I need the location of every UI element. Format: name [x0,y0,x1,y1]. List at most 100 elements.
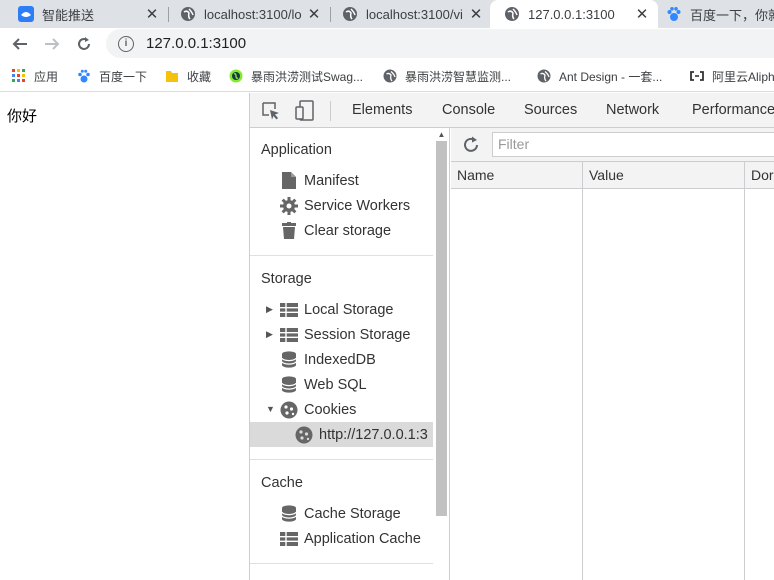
tab-close-icon[interactable]: ✕ [304,5,324,23]
swagger-icon [229,69,243,83]
cookie-icon [280,401,298,419]
bookmark-item[interactable]: 收藏 [165,68,211,84]
folder-icon [165,69,179,83]
device-toolbar-icon[interactable] [295,100,315,121]
back-button[interactable] [8,32,32,56]
globe-icon [383,69,397,83]
sidebar-item-label: Session Storage [304,326,411,343]
tab-elements[interactable]: Elements [352,102,412,118]
browser-tab[interactable]: 智能推送 ✕ [0,0,168,28]
toolbar-divider [330,101,331,121]
sidebar-item-session-storage[interactable]: ▶ Session Storage [250,322,433,347]
browser-tab[interactable]: localhost:3100/vi ✕ [324,0,492,28]
table-icon [280,326,298,344]
tab-close-icon[interactable]: ✕ [142,5,162,23]
arrow-left-icon [12,38,27,50]
bookmark-item[interactable]: 阿里云Aliph [690,68,774,84]
address-bar[interactable]: i 127.0.0.1:3100 [106,29,774,58]
page-text: 你好 [7,108,38,125]
tab-console[interactable]: Console [442,102,495,118]
bookmarks-bar: 应用 百度一下 收藏 暴雨洪涝测试Swag... 暴雨洪涝智慧监测... Ant… [0,60,774,92]
bookmark-item[interactable]: 暴雨洪涝测试Swag... [229,68,363,84]
bookmark-item[interactable]: Ant Design - 一套... [537,68,662,84]
sidebar-item-label: Manifest [304,172,359,189]
column-header-value[interactable]: Value [589,167,624,183]
refresh-icon[interactable] [461,135,481,155]
sidebar-item-cookies[interactable]: ▼ Cookies [250,397,433,422]
bookmark-item[interactable]: 百度一下 [77,68,147,84]
section-title-application: Application [261,142,332,158]
tab-close-icon[interactable]: ✕ [632,5,652,23]
database-icon [280,376,298,394]
sidebar-item-label: http://127.0.0.1:3 [319,426,428,443]
sidebar-item-application-cache[interactable]: Application Cache [250,526,433,551]
browser-tab-active[interactable]: 127.0.0.1:3100 ✕ [490,0,658,28]
sidebar-item-indexeddb[interactable]: IndexedDB [250,347,433,372]
devtools-panel: Elements Console Sources Network Perform… [249,93,774,580]
bookmark-item[interactable]: 暴雨洪涝智慧监测... [383,68,511,84]
sidebar-item-label: Application Cache [304,530,421,547]
file-icon [280,172,298,190]
section-divider [250,563,433,564]
column-header-domain[interactable]: Dor [751,167,774,183]
tab-title: localhost:3100/vi [366,6,463,22]
globe-icon [537,69,551,83]
globe-icon [180,6,196,22]
tab-network[interactable]: Network [606,102,659,118]
sidebar-item-cache-storage[interactable]: Cache Storage [250,501,433,526]
globe-icon [504,6,520,22]
filter-input[interactable]: Filter [492,132,774,157]
table-icon [280,530,298,548]
reload-icon [78,37,90,50]
browser-tab-strip: 智能推送 ✕ localhost:3100/lo ✕ localhost:310… [0,0,774,28]
sidebar-item-label: Cache Storage [304,505,401,522]
expand-triangle-icon[interactable]: ▶ [266,304,273,315]
column-header-name[interactable]: Name [457,167,494,183]
tab-close-icon[interactable]: ✕ [466,5,486,23]
page-viewport: 你好 [0,93,249,580]
baidu-paw-icon [666,6,682,22]
cookies-pane: Filter Name Value Dor [451,128,774,580]
bookmark-label: 暴雨洪涝智慧监测... [405,69,512,84]
bookmark-label: 暴雨洪涝测试Swag... [251,69,364,84]
tab-title: 智能推送 [42,7,95,23]
tab-title: 127.0.0.1:3100 [528,6,615,22]
devtools-tabbar: Elements Console Sources Network Perform… [250,93,774,128]
arrow-right-icon [45,38,60,50]
expand-triangle-icon[interactable]: ▶ [266,329,273,340]
sidebar-item-label: Web SQL [304,376,367,393]
tab-title: localhost:3100/lo [204,6,302,22]
baidu-paw-icon [77,69,91,83]
column-divider [744,162,745,580]
sidebar-item-cookie-origin[interactable]: http://127.0.0.1:3 [250,422,433,447]
address-url: 127.0.0.1:3100 [146,35,247,52]
bookmark-item[interactable]: 应用 [12,68,58,84]
cookie-icon [295,426,313,444]
info-icon[interactable]: i [118,35,134,52]
reload-button[interactable] [72,32,96,56]
sidebar-item-local-storage[interactable]: ▶ Local Storage [250,297,433,322]
section-title-storage: Storage [261,271,312,287]
browser-tab[interactable]: localhost:3100/lo ✕ [162,0,330,28]
sidebar-item-label: Local Storage [304,301,394,318]
sidebar-item-label: IndexedDB [304,351,376,368]
sidebar-scrollbar[interactable] [436,141,447,516]
inspect-element-icon[interactable] [261,101,281,121]
tab-sources[interactable]: Sources [524,102,577,118]
cookies-table-header: Name Value Dor [451,162,774,189]
section-title-cache: Cache [261,475,303,491]
bookmark-label: Ant Design - 一套... [559,69,663,84]
sidebar-item-clear-storage[interactable]: Clear storage [250,218,433,243]
browser-toolbar: i 127.0.0.1:3100 [0,28,774,60]
sidebar-item-web-sql[interactable]: Web SQL [250,372,433,397]
scroll-up-arrow-icon[interactable]: ▲ [436,130,447,139]
browser-tab[interactable]: 百度一下，你就 [656,0,774,28]
sidebar-item-manifest[interactable]: Manifest [250,168,433,193]
tab-performance[interactable]: Performance [692,102,774,118]
bookmark-label: 百度一下 [99,69,148,84]
sidebar-item-service-workers[interactable]: Service Workers [250,193,433,218]
forward-button[interactable] [40,32,64,56]
collapse-triangle-icon[interactable]: ▼ [266,404,275,414]
tab-app-icon [18,6,34,22]
aliyun-icon [690,69,704,83]
